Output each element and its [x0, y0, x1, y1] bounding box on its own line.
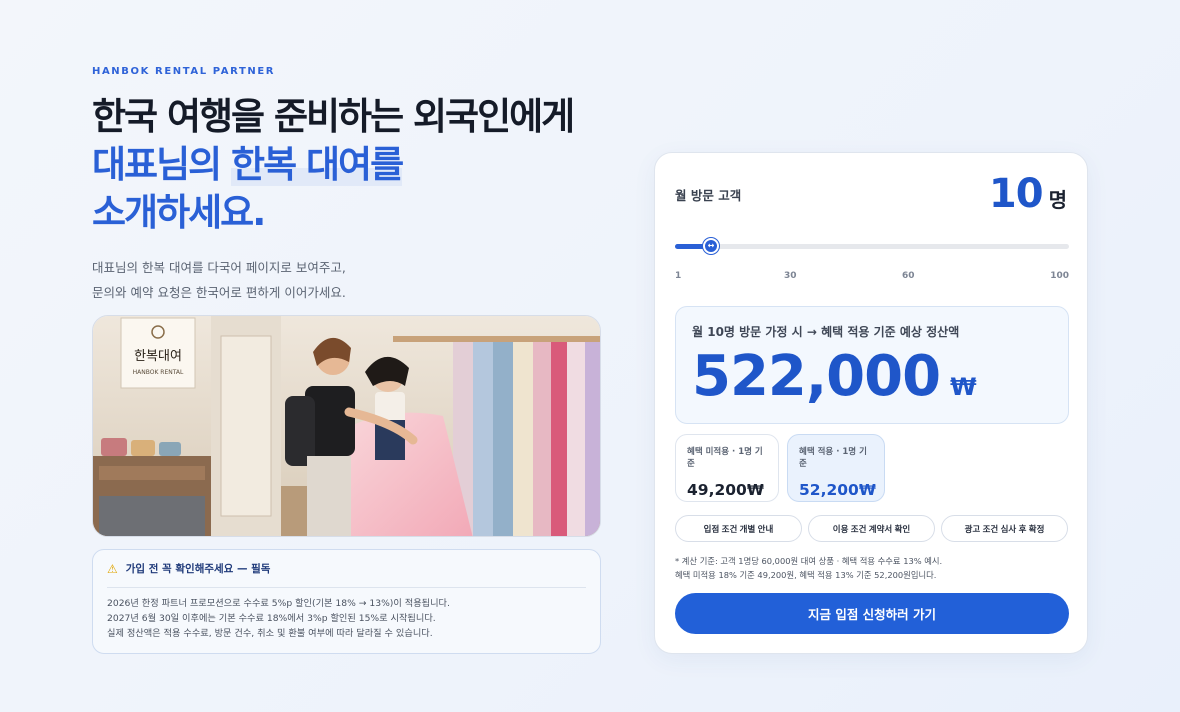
estimate-amount-row: 522,000 ₩: [692, 346, 1052, 408]
notice-line-3: 실제 정산액은 적용 수수료, 방문 건수, 취소 및 환불 여부에 따라 달라…: [107, 628, 433, 639]
monthly-visitors-unit: 명: [1048, 188, 1067, 212]
price-without-benefit-label: 혜택 미적용 · 1명 기준: [687, 447, 763, 469]
sign-subtext: HANBOK RENTAL: [133, 369, 184, 376]
settlement-calculator-card: 월 방문 고객 10 명 ↔ 1 30 60 100 월 10명 방문 가정 시…: [654, 152, 1088, 654]
headline-line-1: 한국 여행을 준비하는 외국인에게: [92, 95, 575, 138]
estimate-caption: 월 10명 방문 가정 시 → 혜택 적용 기준 예상 정산액: [692, 325, 960, 339]
tick-label: 60: [902, 271, 915, 281]
notice-box: ⚠ 가입 전 꼭 확인해주세요 — 필독 2026년 한정 파트너 프로모션으로…: [92, 549, 601, 654]
tick-label: 30: [784, 271, 797, 281]
monthly-visitors-value: 10: [988, 171, 1044, 217]
hero-description: 대표님의 한복 대여를 다국어 페이지로 보여주고, 문의와 예약 요청은 한국…: [92, 255, 602, 305]
hanbok-shop-photo: 한복대여 HANBOK RENTAL: [92, 315, 601, 537]
notice-header: ⚠ 가입 전 꼭 확인해주세요 — 필독: [107, 561, 586, 576]
calculation-footnote: * 계산 기준: 고객 1명당 60,000원 대여 상품 · 혜택 적용 수수…: [675, 554, 1075, 582]
hero-section: HANBOK RENTAL PARTNER 한국 여행을 준비하는 외국인에게 …: [92, 66, 602, 305]
headline-line-2a: 대표님의: [92, 143, 232, 186]
monthly-visitors-label: 월 방문 고객: [675, 188, 742, 203]
monthly-visitors-readout: 10 명: [989, 171, 1067, 217]
info-chips: 입점 조건 개별 안내 이용 조건 계약서 확인 광고 조건 심사 후 확정: [675, 515, 1069, 542]
description-line-2: 문의와 예약 요청은 한국어로 편하게 이어가세요.: [92, 285, 346, 300]
notice-divider: [107, 587, 586, 588]
chip-contract-terms[interactable]: 이용 조건 계약서 확인: [808, 515, 935, 542]
price-without-benefit-value: 49,200₩: [687, 481, 764, 499]
footnote-line-1: * 계산 기준: 고객 1명당 60,000원 대여 상품 · 혜택 적용 수수…: [675, 556, 943, 566]
notice-line-1: 2026년 한정 파트너 프로모션으로 수수료 5%p 할인(기본 18% → …: [107, 598, 450, 609]
apply-now-button[interactable]: 지금 입점 신청하러 가기: [675, 593, 1069, 634]
description-line-1: 대표님의 한복 대여를 다국어 페이지로 보여주고,: [92, 260, 346, 275]
headline-line-3: 소개하세요.: [92, 191, 266, 234]
page-headline: 한국 여행을 준비하는 외국인에게 대표님의 한복 대여를 소개하세요.: [92, 93, 602, 237]
price-with-benefit-value: 52,200₩: [799, 481, 876, 499]
price-with-benefit-label: 혜택 적용 · 1명 기준: [799, 447, 867, 469]
footnote-line-2: 혜택 미적용 18% 기준 49,200원, 혜택 적용 13% 기준 52,2…: [675, 570, 937, 580]
warning-icon: ⚠: [107, 561, 118, 576]
tick-label: 100: [1050, 271, 1069, 281]
estimate-amount: 522,000: [692, 344, 941, 409]
price-with-benefit: 혜택 적용 · 1명 기준 52,200₩: [787, 434, 885, 502]
price-without-benefit: 혜택 미적용 · 1명 기준 49,200₩: [675, 434, 779, 502]
visitors-slider[interactable]: ↔: [675, 238, 1069, 254]
notice-line-2: 2027년 6월 30일 이후에는 기본 수수료 18%에서 3%p 할인된 1…: [107, 613, 436, 624]
estimate-currency: ₩: [950, 373, 977, 401]
slider-track[interactable]: [675, 244, 1069, 249]
tick-label: 1: [675, 271, 682, 281]
sign-text: 한복대여: [134, 349, 182, 364]
estimate-panel: 월 10명 방문 가정 시 → 혜택 적용 기준 예상 정산액 522,000 …: [675, 306, 1069, 424]
headline-highlight: 한복 대여를: [231, 143, 404, 186]
notice-title: 가입 전 꼭 확인해주세요 — 필독: [125, 563, 271, 575]
slider-thumb[interactable]: ↔: [703, 238, 719, 254]
headline-line-2: 대표님의 한복 대여를: [92, 141, 602, 189]
chip-ad-conditions[interactable]: 광고 조건 심사 후 확정: [941, 515, 1068, 542]
chip-entry-conditions[interactable]: 입점 조건 개별 안내: [675, 515, 802, 542]
eyebrow-label: HANBOK RENTAL PARTNER: [92, 66, 276, 77]
